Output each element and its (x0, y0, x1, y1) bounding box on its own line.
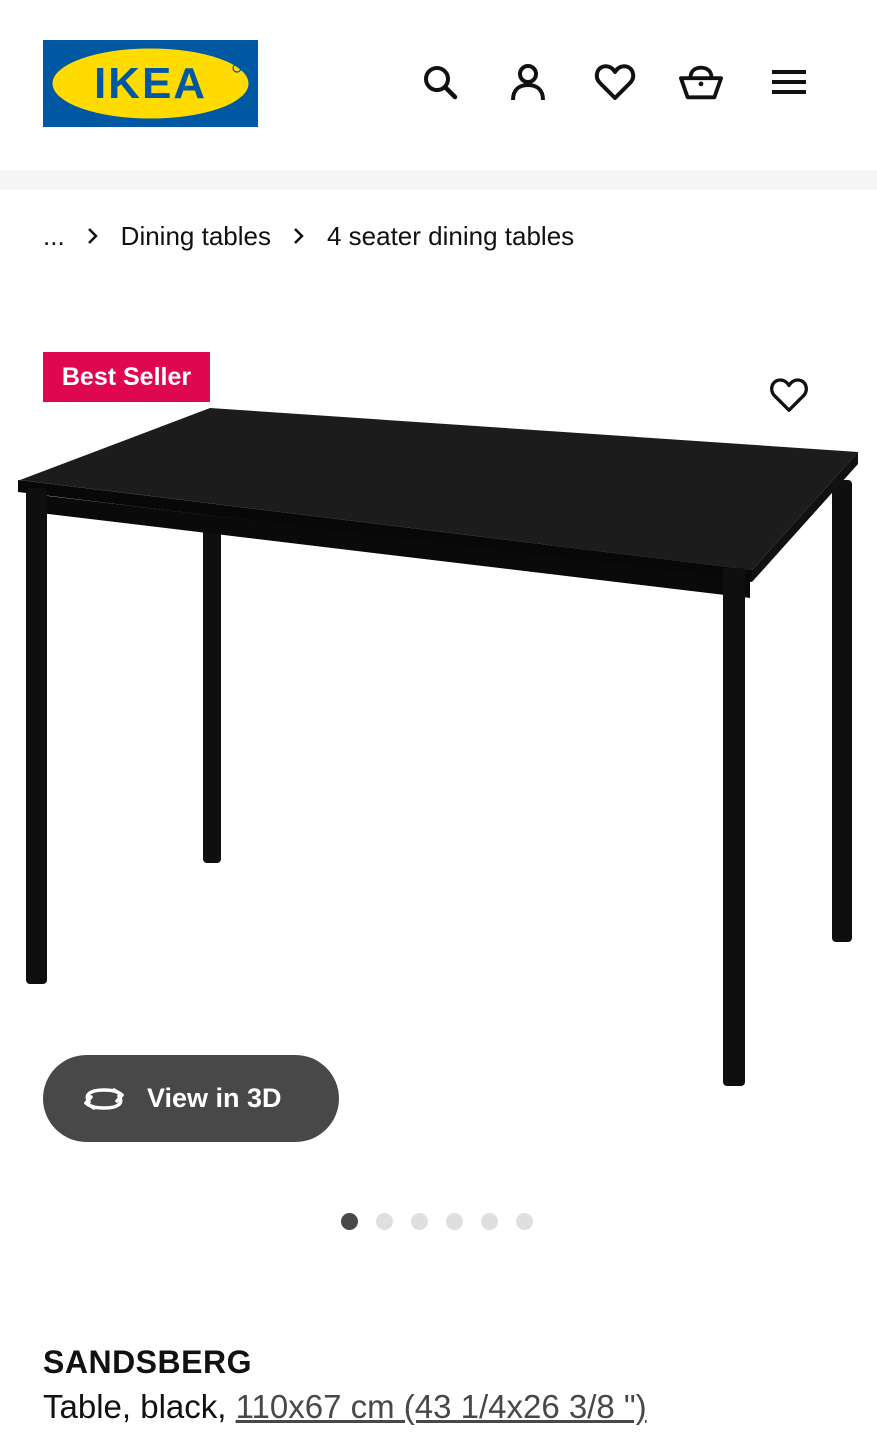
add-to-wishlist-button[interactable] (764, 370, 814, 420)
ikea-logo[interactable]: IKEA (43, 40, 258, 127)
carousel-dot[interactable] (481, 1212, 498, 1230)
search-icon[interactable] (418, 60, 462, 104)
carousel-dot[interactable] (446, 1212, 463, 1230)
ikea-logo-graphic: IKEA (43, 40, 258, 127)
carousel-dot[interactable] (411, 1212, 428, 1230)
breadcrumb-item-dining-tables[interactable]: Dining tables (121, 221, 271, 252)
product-description: Table, black, 110x67 cm (43 1/4x26 3/8 "… (43, 1388, 647, 1426)
carousel-dot[interactable] (341, 1212, 358, 1230)
chevron-right-icon (87, 227, 99, 245)
shopping-basket-icon[interactable] (679, 60, 723, 104)
svg-text:IKEA: IKEA (94, 59, 207, 108)
menu-hamburger-icon[interactable] (767, 60, 811, 104)
header-divider (0, 170, 877, 190)
product-description-text: Table, black, (43, 1388, 236, 1425)
product-size-link[interactable]: 110x67 cm (43 1/4x26 3/8 ") (236, 1388, 647, 1425)
product-image[interactable] (0, 400, 877, 1100)
carousel-dot[interactable] (516, 1212, 533, 1230)
site-header: IKEA (0, 0, 877, 170)
view-in-3d-button[interactable]: View in 3D (43, 1055, 339, 1142)
view-in-3d-label: View in 3D (147, 1083, 282, 1113)
rotate-3d-icon (81, 1084, 127, 1114)
best-seller-badge: Best Seller (43, 352, 210, 402)
account-icon[interactable] (506, 60, 550, 104)
carousel-dot[interactable] (376, 1212, 393, 1230)
chevron-right-icon (293, 227, 305, 245)
heart-icon (770, 378, 808, 412)
image-carousel-dots (341, 1211, 551, 1231)
wishlist-heart-icon[interactable] (593, 60, 637, 104)
breadcrumb: ... Dining tables 4 seater dining tables (43, 216, 574, 256)
breadcrumb-ellipsis[interactable]: ... (43, 221, 65, 252)
breadcrumb-item-4-seater[interactable]: 4 seater dining tables (327, 221, 574, 252)
product-name: SANDSBERG (43, 1344, 252, 1380)
